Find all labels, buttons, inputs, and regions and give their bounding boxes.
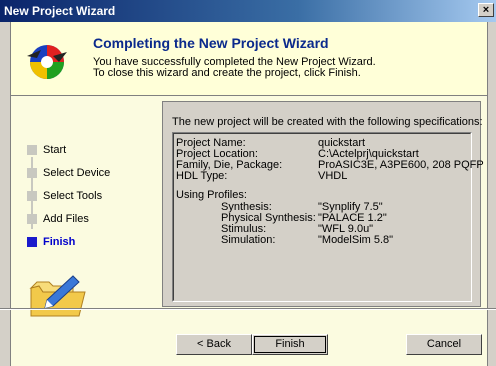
folder-pen-icon xyxy=(29,275,86,317)
cancel-button[interactable]: Cancel xyxy=(406,334,482,355)
specification-box: Project Name: quickstart Project Locatio… xyxy=(172,132,484,302)
step-marker xyxy=(27,214,37,224)
step-label: Select Tools xyxy=(43,190,103,202)
profile-label-simulation: Simulation: xyxy=(221,234,276,246)
summary-panel: The new project will be created with the… xyxy=(162,101,484,307)
title-bar[interactable]: New Project Wizard × xyxy=(0,0,496,22)
window-title: New Project Wizard xyxy=(4,4,116,18)
header-title: Completing the New Project Wizard xyxy=(93,35,329,51)
step-marker xyxy=(27,168,37,178)
wizard-body: Completing the New Project Wizard You ha… xyxy=(10,22,488,366)
wizard-logo-icon xyxy=(27,45,67,79)
summary-intro: The new project will be created with the… xyxy=(172,116,483,128)
step-label: Add Files xyxy=(43,213,89,225)
spec-label-hdl-type: HDL Type: xyxy=(176,170,228,182)
finish-button[interactable]: Finish xyxy=(252,334,328,355)
wizard-window: New Project Wizard × Completing the New … xyxy=(0,0,496,366)
header-line-2: To close this wizard and create the proj… xyxy=(93,67,361,79)
profile-value-simulation: "ModelSim 5.8" xyxy=(318,234,394,246)
step-marker xyxy=(27,191,37,201)
profiles-label: Using Profiles: xyxy=(176,189,247,201)
step-label: Start xyxy=(43,144,67,156)
step-label: Finish xyxy=(43,236,76,248)
step-label: Select Device xyxy=(43,167,111,179)
step-marker-active xyxy=(27,237,37,247)
spec-value-hdl-type: VHDL xyxy=(318,170,348,182)
close-button[interactable]: × xyxy=(478,3,494,17)
back-button[interactable]: < Back xyxy=(176,334,252,355)
step-marker xyxy=(27,145,37,155)
wizard-header: Completing the New Project Wizard You ha… xyxy=(11,22,487,96)
button-separator xyxy=(0,308,496,310)
